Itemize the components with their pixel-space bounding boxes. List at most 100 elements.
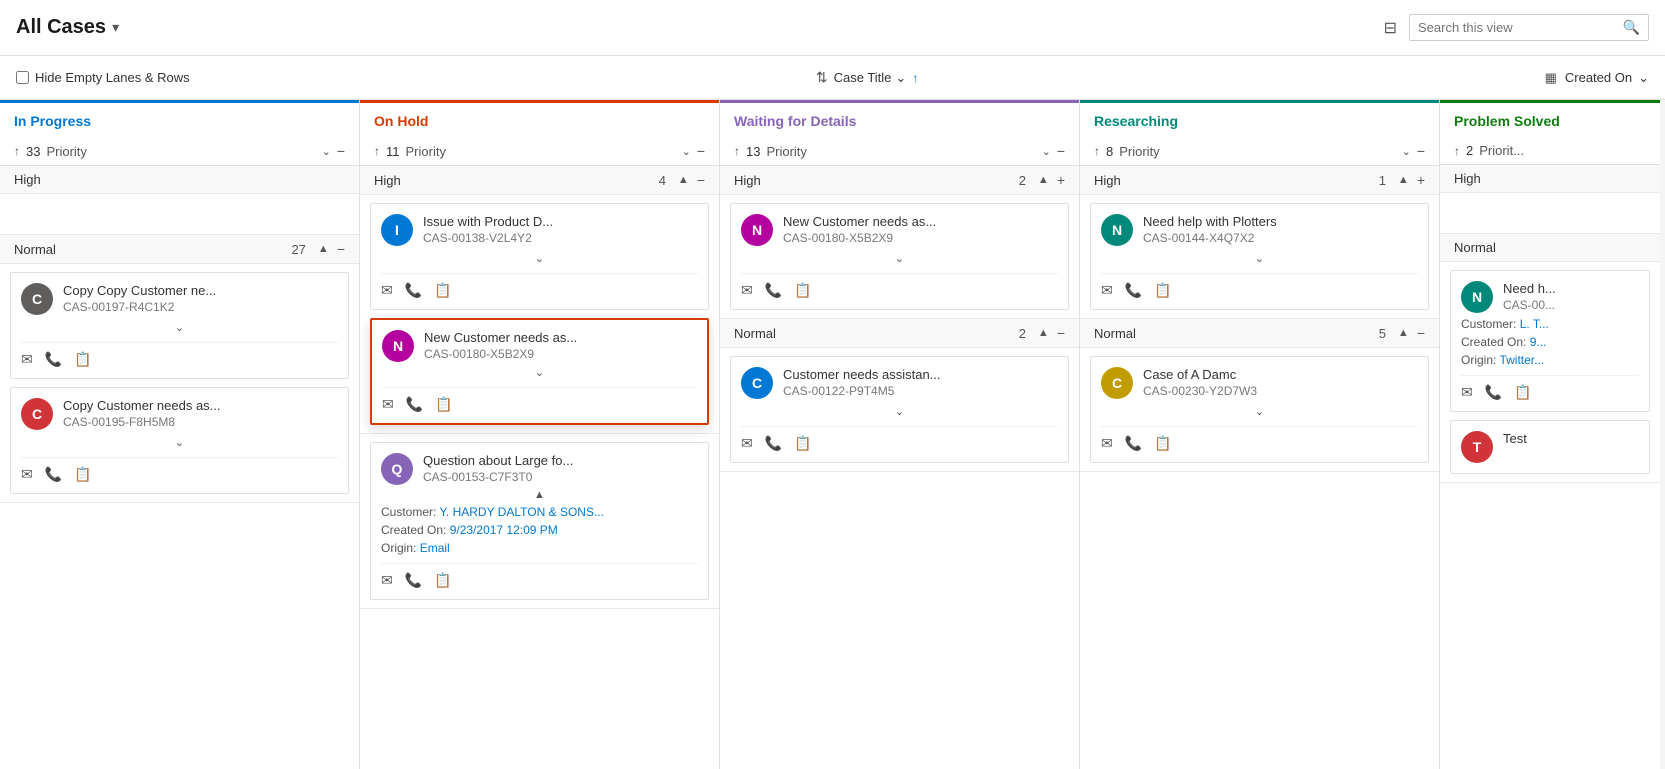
- avatar-test-problemsolved: T: [1461, 431, 1493, 463]
- priority-up-icon: ↑: [14, 144, 20, 158]
- priority-label-researching: Priority: [1119, 144, 1395, 159]
- priority-collapse-waiting[interactable]: −: [1057, 143, 1065, 159]
- hide-empty-label[interactable]: Hide Empty Lanes & Rows: [16, 70, 190, 85]
- card-cas00122[interactable]: C Customer needs assistan... CAS-00122-P…: [730, 356, 1069, 463]
- avatar-cas00138: I: [381, 214, 413, 246]
- filter-icon[interactable]: ⊟: [1384, 18, 1397, 38]
- card-cas00230[interactable]: C Case of A Damc CAS-00230-Y2D7W3 ⌄ ✉ 📞 …: [1090, 356, 1429, 463]
- lane-minus-normal-inprogress[interactable]: −: [337, 241, 345, 257]
- phone-icon-cas00144[interactable]: 📞: [1125, 282, 1142, 299]
- lane-minus-normal-researching[interactable]: −: [1417, 325, 1425, 341]
- copy-icon-need-h-problemsolved[interactable]: 📋: [1514, 384, 1531, 401]
- email-icon-cas00122[interactable]: ✉: [741, 435, 753, 452]
- priority-collapse-researching[interactable]: −: [1417, 143, 1425, 159]
- copy-icon-cas00230[interactable]: 📋: [1154, 435, 1171, 452]
- lane-count-high-waiting: 2: [1019, 173, 1026, 188]
- copy-icon-cas00153[interactable]: 📋: [434, 572, 451, 589]
- card-actions-cas00138: ✉ 📞 📋: [381, 273, 698, 299]
- card-cas00138[interactable]: I Issue with Product D... CAS-00138-V2L4…: [370, 203, 709, 310]
- lane-toggle-normal-waiting[interactable]: ▲: [1038, 327, 1049, 339]
- copy-icon-cas00180[interactable]: 📋: [435, 396, 452, 413]
- lane-minus-high-onhold[interactable]: −: [697, 172, 705, 188]
- copy-icon-cas00138[interactable]: 📋: [434, 282, 451, 299]
- copy-icon-cas00180-waiting[interactable]: 📋: [794, 282, 811, 299]
- card-expand-cas00153[interactable]: ▲: [381, 489, 698, 501]
- card-expand-cas00138[interactable]: ⌄: [381, 252, 698, 265]
- card-expand-cas00122[interactable]: ⌄: [741, 405, 1058, 418]
- lane-toggle-normal-researching[interactable]: ▲: [1398, 327, 1409, 339]
- lane-minus-normal-waiting[interactable]: −: [1057, 325, 1065, 341]
- priority-collapse-onhold[interactable]: −: [697, 143, 705, 159]
- priority-count-problemsolved: 2: [1466, 143, 1473, 158]
- phone-icon-cas00230[interactable]: 📞: [1125, 435, 1142, 452]
- phone-icon-cas00180-waiting[interactable]: 📞: [765, 282, 782, 299]
- email-icon-cas00180[interactable]: ✉: [382, 396, 394, 413]
- card-cas00180-waiting[interactable]: N New Customer needs as... CAS-00180-X5B…: [730, 203, 1069, 310]
- email-icon-cas00197[interactable]: ✉: [21, 351, 33, 368]
- email-icon-cas00195[interactable]: ✉: [21, 466, 33, 483]
- phone-icon-cas00122[interactable]: 📞: [765, 435, 782, 452]
- card-expand-cas00230[interactable]: ⌄: [1101, 405, 1418, 418]
- app-title[interactable]: All Cases: [16, 16, 106, 39]
- search-icon[interactable]: 🔍: [1623, 19, 1640, 36]
- copy-icon-cas00144[interactable]: 📋: [1154, 282, 1171, 299]
- lane-toggle-normal-inprogress[interactable]: ▲: [318, 243, 329, 255]
- card-id-cas00195: CAS-00195-F8H5M8: [63, 415, 338, 429]
- email-icon-cas00180-waiting[interactable]: ✉: [741, 282, 753, 299]
- email-icon-cas00153[interactable]: ✉: [381, 572, 393, 589]
- lane-plus-high-researching[interactable]: +: [1417, 172, 1425, 188]
- hide-empty-checkbox[interactable]: [16, 71, 29, 84]
- card-expand-cas00195[interactable]: ⌄: [21, 436, 338, 449]
- card-cas00195[interactable]: C Copy Customer needs as... CAS-00195-F8…: [10, 387, 349, 494]
- card-expand-cas00197[interactable]: ⌄: [21, 321, 338, 334]
- priority-chevron-onhold[interactable]: ⌄: [682, 145, 691, 158]
- card-id-cas00153: CAS-00153-C7F3T0: [423, 470, 698, 484]
- card-header-cas00153: Q Question about Large fo... CAS-00153-C…: [381, 453, 698, 485]
- phone-icon-need-h-problemsolved[interactable]: 📞: [1485, 384, 1502, 401]
- email-icon-need-h-problemsolved[interactable]: ✉: [1461, 384, 1473, 401]
- card-id-cas00138: CAS-00138-V2L4Y2: [423, 231, 698, 245]
- priority-chevron-inprogress[interactable]: ⌄: [322, 145, 331, 158]
- card-expand-cas00180-waiting[interactable]: ⌄: [741, 252, 1058, 265]
- card-title-cas00153: Question about Large fo...: [423, 453, 698, 468]
- lane-plus-high-waiting[interactable]: +: [1057, 172, 1065, 188]
- priority-chevron-waiting[interactable]: ⌄: [1042, 145, 1051, 158]
- avatar-cas00153: Q: [381, 453, 413, 485]
- card-cas00180-focused[interactable]: N New Customer needs as... CAS-00180-X5B…: [370, 318, 709, 425]
- column-header-problemsolved: Problem Solved: [1440, 100, 1660, 137]
- card-need-h-problemsolved[interactable]: N Need h... CAS-00... Customer: L. T... …: [1450, 270, 1650, 412]
- copy-icon-cas00197[interactable]: 📋: [74, 351, 91, 368]
- search-input[interactable]: [1418, 20, 1615, 35]
- lane-toggle-high-onhold[interactable]: ▲: [678, 174, 689, 186]
- card-expand-cas00144[interactable]: ⌄: [1101, 252, 1418, 265]
- priority-chevron-researching[interactable]: ⌄: [1402, 145, 1411, 158]
- phone-icon-cas00153[interactable]: 📞: [405, 572, 422, 589]
- priority-collapse-inprogress[interactable]: −: [337, 143, 345, 159]
- card-expand-cas00180[interactable]: ⌄: [382, 366, 697, 379]
- email-icon-cas00144[interactable]: ✉: [1101, 282, 1113, 299]
- phone-icon-cas00195[interactable]: 📞: [45, 466, 62, 483]
- copy-icon-cas00122[interactable]: 📋: [794, 435, 811, 452]
- lane-title-normal-inprogress: Normal: [14, 242, 283, 257]
- lane-header-high-researching: High 1 ▲ +: [1080, 166, 1439, 195]
- card-cas00153[interactable]: Q Question about Large fo... CAS-00153-C…: [370, 442, 709, 600]
- title-chevron-icon[interactable]: ▾: [112, 19, 119, 36]
- copy-icon-cas00195[interactable]: 📋: [74, 466, 91, 483]
- card-test-problemsolved[interactable]: T Test: [1450, 420, 1650, 474]
- card-cas00144[interactable]: N Need help with Plotters CAS-00144-X4Q7…: [1090, 203, 1429, 310]
- lane-toggle-high-researching[interactable]: ▲: [1398, 174, 1409, 186]
- sort-label[interactable]: Case Title ⌄: [834, 70, 907, 86]
- created-on-button[interactable]: Created On ⌄: [1565, 70, 1649, 86]
- card-cas00197[interactable]: C Copy Copy Customer ne... CAS-00197-R4C…: [10, 272, 349, 379]
- column-body-researching: High 1 ▲ + N Need help with Plotters CAS…: [1080, 166, 1439, 769]
- phone-icon-cas00138[interactable]: 📞: [405, 282, 422, 299]
- sort-asc-icon[interactable]: ↑: [912, 71, 918, 85]
- lane-toggle-high-waiting[interactable]: ▲: [1038, 174, 1049, 186]
- priority-up-icon-waiting: ↑: [734, 144, 740, 158]
- high-lane-empty-problemsolved: [1440, 193, 1660, 233]
- email-icon-cas00230[interactable]: ✉: [1101, 435, 1113, 452]
- card-actions-cas00197: ✉ 📞 📋: [21, 342, 338, 368]
- phone-icon-cas00197[interactable]: 📞: [45, 351, 62, 368]
- phone-icon-cas00180[interactable]: 📞: [406, 396, 423, 413]
- email-icon-cas00138[interactable]: ✉: [381, 282, 393, 299]
